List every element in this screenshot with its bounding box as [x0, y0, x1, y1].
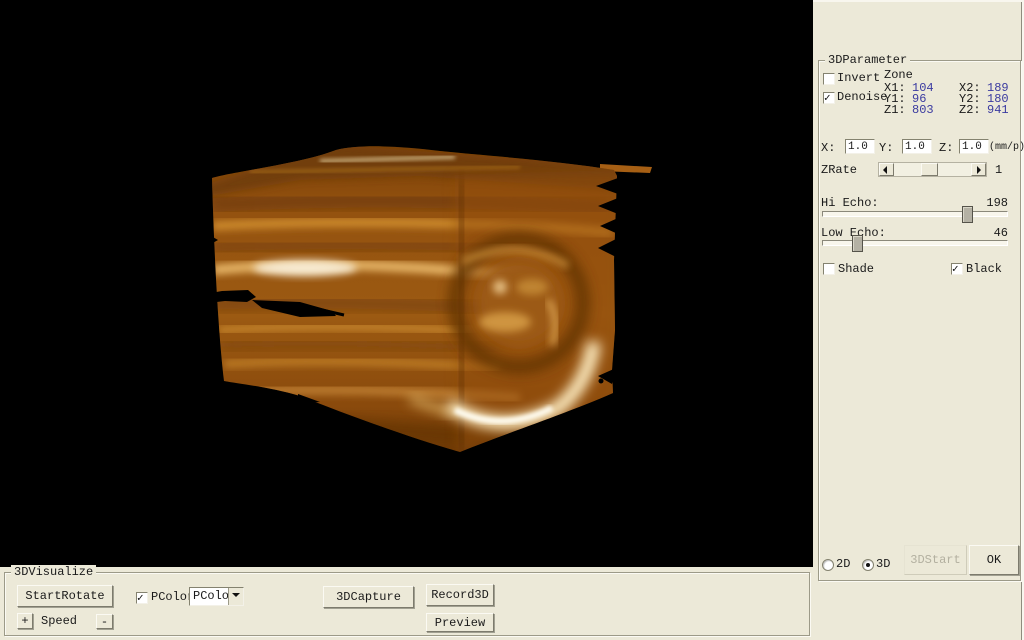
visualize-group-title: 3DVisualize: [11, 565, 96, 579]
denoise-label: Denoise: [837, 91, 887, 104]
speed-plus-button[interactable]: +: [17, 613, 33, 629]
visualize-groupbox: 3DVisualize StartRotate + Speed - ✓ PCol…: [4, 572, 810, 636]
3dcapture-button[interactable]: 3DCapture: [323, 586, 414, 608]
zrate-value: 1: [995, 164, 1002, 177]
record3d-button[interactable]: Record3D: [426, 584, 494, 606]
hi-echo-track[interactable]: [822, 211, 1008, 217]
preview-button[interactable]: Preview: [426, 613, 494, 632]
zrate-label: ZRate: [821, 164, 857, 177]
radio-dot-icon: [866, 563, 870, 567]
pcolor-dropdown[interactable]: PColor: [189, 587, 244, 606]
zone-z1-label: Z1:: [884, 104, 906, 117]
pcolor-checkbox[interactable]: ✓: [136, 592, 148, 604]
x-scale-label: X:: [821, 142, 835, 155]
check-icon: ✓: [952, 262, 959, 276]
chevron-down-icon: [232, 593, 240, 597]
render-viewport[interactable]: [0, 0, 813, 567]
black-checkbox[interactable]: ✓: [951, 263, 963, 275]
invert-checkbox[interactable]: ✓: [823, 73, 835, 85]
zone-z2-value: 941: [987, 104, 1009, 117]
left-arrow-icon: [883, 166, 887, 174]
app-window: 3DParameter ✓ Invert ✓ Denoise Zone X1: …: [0, 0, 1024, 640]
denoise-checkbox[interactable]: ✓: [823, 92, 835, 104]
ok-button[interactable]: OK: [969, 545, 1019, 575]
parameter-groupbox: 3DParameter ✓ Invert ✓ Denoise Zone X1: …: [818, 60, 1021, 581]
zrate-scrollbar[interactable]: [878, 162, 987, 177]
bottom-toolbar: 3DVisualize StartRotate + Speed - ✓ PCol…: [0, 567, 813, 640]
low-echo-thumb[interactable]: [852, 235, 863, 252]
check-icon: ✓: [824, 91, 831, 105]
3dstart-button[interactable]: 3DStart: [904, 545, 967, 575]
pcolor-label: PColor: [151, 591, 194, 604]
shade-checkbox[interactable]: ✓: [823, 263, 835, 275]
low-echo-track[interactable]: [822, 240, 1008, 246]
y-scale-label: Y:: [879, 142, 893, 155]
black-label: Black: [966, 263, 1002, 276]
parameter-panel: 3DParameter ✓ Invert ✓ Denoise Zone X1: …: [813, 0, 1024, 640]
speed-minus-button[interactable]: -: [96, 614, 113, 629]
start-rotate-button[interactable]: StartRotate: [17, 585, 113, 607]
speed-label: Speed: [41, 615, 77, 628]
mode-2d-label: 2D: [836, 558, 850, 571]
shade-label: Shade: [838, 263, 874, 276]
zone-z1-value: 803: [912, 104, 934, 117]
x-scale-input[interactable]: [845, 139, 875, 154]
zrate-scroll-right-button[interactable]: [971, 163, 986, 176]
right-arrow-icon: [977, 166, 981, 174]
volume-render-3d: [0, 0, 813, 567]
hi-echo-value: 198: [986, 197, 1008, 210]
mode-2d-radio[interactable]: [822, 559, 834, 571]
check-icon: ✓: [137, 591, 144, 605]
low-echo-value: 46: [994, 227, 1008, 240]
zone-z2-label: Z2:: [959, 104, 981, 117]
zrate-scroll-left-button[interactable]: [879, 163, 894, 176]
zrate-scroll-thumb[interactable]: [921, 163, 938, 176]
z-scale-label: Z:: [939, 142, 953, 155]
mode-3d-label: 3D: [876, 558, 890, 571]
y-scale-input[interactable]: [902, 139, 932, 154]
hi-echo-thumb[interactable]: [962, 206, 973, 223]
dropdown-arrow-button[interactable]: [228, 588, 243, 605]
z-scale-input[interactable]: [959, 139, 989, 154]
invert-label: Invert: [837, 72, 880, 85]
scale-unit-label: (mm/p): [989, 141, 1024, 154]
mode-3d-radio[interactable]: [862, 559, 874, 571]
hi-echo-label: Hi Echo:: [821, 197, 879, 210]
parameter-group-title: 3DParameter: [825, 53, 910, 67]
